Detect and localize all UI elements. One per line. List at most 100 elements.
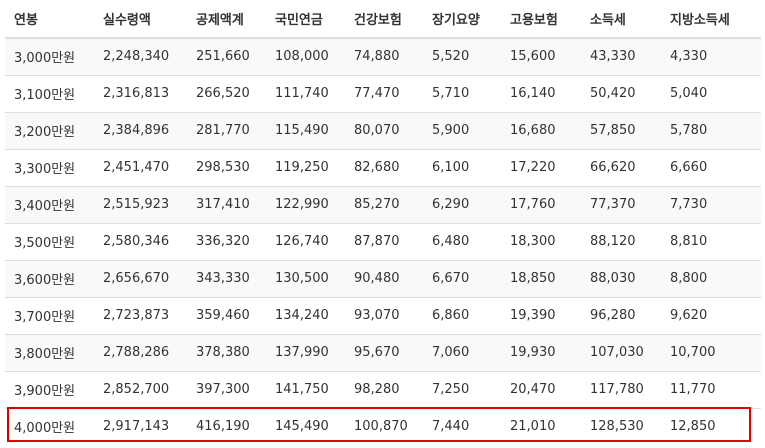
cell-local-income-tax: 5,780: [661, 111, 761, 149]
cell-long-term-care: 5,900: [423, 111, 501, 149]
table-row: 3,200만원 2,384,896 281,770 115,490 80,070 5,90…: [5, 111, 761, 149]
cell-national-pension: 126,740: [266, 222, 345, 260]
cell-net-pay: 2,723,873: [94, 296, 187, 334]
cell-income-tax: 107,030: [581, 333, 661, 371]
header-long-term-care: 장기요양: [423, 0, 501, 39]
cell-total-deductions: 378,380: [187, 333, 266, 371]
cell-long-term-care: 6,860: [423, 296, 501, 334]
cell-net-pay: 2,852,700: [94, 370, 187, 408]
cell-annual-salary: 3,500만원: [5, 222, 94, 260]
cell-annual-salary: 3,900만원: [5, 370, 94, 408]
cell-annual-salary: 3,400만원: [5, 185, 94, 223]
cell-net-pay: 2,451,470: [94, 148, 187, 186]
cell-health-insurance: 82,680: [345, 148, 423, 186]
cell-employment-insurance: 15,600: [501, 37, 581, 75]
table-row: 3,400만원 2,515,923 317,410 122,990 85,270 6,29…: [5, 185, 761, 223]
header-total-deductions: 공제액계: [187, 0, 266, 39]
cell-national-pension: 134,240: [266, 296, 345, 334]
cell-net-pay: 2,384,896: [94, 111, 187, 149]
cell-national-pension: 122,990: [266, 185, 345, 223]
cell-long-term-care: 6,290: [423, 185, 501, 223]
cell-health-insurance: 93,070: [345, 296, 423, 334]
cell-national-pension: 111,740: [266, 74, 345, 112]
cell-local-income-tax: 4,330: [661, 37, 761, 75]
cell-national-pension: 130,500: [266, 259, 345, 297]
cell-annual-salary: 4,000만원: [5, 407, 94, 445]
cell-national-pension: 115,490: [266, 111, 345, 149]
cell-net-pay: 2,316,813: [94, 74, 187, 112]
cell-income-tax: 88,030: [581, 259, 661, 297]
cell-long-term-care: 5,710: [423, 74, 501, 112]
cell-health-insurance: 95,670: [345, 333, 423, 371]
cell-local-income-tax: 12,850: [661, 407, 761, 445]
cell-annual-salary: 3,100만원: [5, 74, 94, 112]
cell-long-term-care: 7,060: [423, 333, 501, 371]
cell-net-pay: 2,917,143: [94, 407, 187, 445]
table-header: 연봉 실수령액 공제액계 국민연금 건강보험 장기요양 고용보험 소득세 지방소…: [5, 0, 761, 39]
cell-annual-salary: 3,600만원: [5, 259, 94, 297]
cell-total-deductions: 416,190: [187, 407, 266, 445]
cell-total-deductions: 336,320: [187, 222, 266, 260]
cell-net-pay: 2,515,923: [94, 185, 187, 223]
cell-local-income-tax: 9,620: [661, 296, 761, 334]
header-employment-insurance: 고용보험: [501, 0, 581, 39]
cell-total-deductions: 251,660: [187, 37, 266, 75]
cell-local-income-tax: 5,040: [661, 74, 761, 112]
cell-income-tax: 57,850: [581, 111, 661, 149]
cell-local-income-tax: 10,700: [661, 333, 761, 371]
cell-income-tax: 43,330: [581, 37, 661, 75]
cell-health-insurance: 77,470: [345, 74, 423, 112]
cell-income-tax: 77,370: [581, 185, 661, 223]
cell-health-insurance: 85,270: [345, 185, 423, 223]
cell-employment-insurance: 19,390: [501, 296, 581, 334]
table-row: 3,700만원 2,723,873 359,460 134,240 93,070 6,86…: [5, 296, 761, 334]
cell-net-pay: 2,248,340: [94, 37, 187, 75]
header-national-pension: 국민연금: [266, 0, 345, 39]
cell-income-tax: 96,280: [581, 296, 661, 334]
header-row: 연봉 실수령액 공제액계 국민연금 건강보험 장기요양 고용보험 소득세 지방소…: [5, 0, 761, 39]
cell-local-income-tax: 8,810: [661, 222, 761, 260]
cell-employment-insurance: 18,300: [501, 222, 581, 260]
cell-total-deductions: 343,330: [187, 259, 266, 297]
table-row: 4,000만원 2,917,143 416,190 145,490 100,870 7,4…: [5, 407, 761, 445]
cell-national-pension: 119,250: [266, 148, 345, 186]
cell-local-income-tax: 11,770: [661, 370, 761, 408]
cell-employment-insurance: 17,760: [501, 185, 581, 223]
table-row: 3,800만원 2,788,286 378,380 137,990 95,670 7,06…: [5, 333, 761, 371]
cell-employment-insurance: 20,470: [501, 370, 581, 408]
cell-annual-salary: 3,800만원: [5, 333, 94, 371]
table-row: 3,600만원 2,656,670 343,330 130,500 90,480 6,67…: [5, 259, 761, 297]
cell-long-term-care: 6,100: [423, 148, 501, 186]
cell-net-pay: 2,788,286: [94, 333, 187, 371]
cell-income-tax: 50,420: [581, 74, 661, 112]
cell-total-deductions: 317,410: [187, 185, 266, 223]
cell-annual-salary: 3,200만원: [5, 111, 94, 149]
cell-local-income-tax: 8,800: [661, 259, 761, 297]
cell-long-term-care: 6,480: [423, 222, 501, 260]
cell-total-deductions: 397,300: [187, 370, 266, 408]
cell-net-pay: 2,580,346: [94, 222, 187, 260]
header-net-pay: 실수령액: [94, 0, 187, 39]
cell-health-insurance: 90,480: [345, 259, 423, 297]
table-body: 3,000만원 2,248,340 251,660 108,000 74,880 5,52…: [5, 37, 761, 445]
header-health-insurance: 건강보험: [345, 0, 423, 39]
cell-employment-insurance: 16,140: [501, 74, 581, 112]
cell-long-term-care: 7,250: [423, 370, 501, 408]
cell-health-insurance: 98,280: [345, 370, 423, 408]
cell-health-insurance: 87,870: [345, 222, 423, 260]
cell-annual-salary: 3,000만원: [5, 37, 94, 75]
cell-annual-salary: 3,300만원: [5, 148, 94, 186]
header-annual-salary: 연봉: [5, 0, 94, 39]
cell-employment-insurance: 17,220: [501, 148, 581, 186]
cell-long-term-care: 6,670: [423, 259, 501, 297]
cell-health-insurance: 80,070: [345, 111, 423, 149]
cell-long-term-care: 7,440: [423, 407, 501, 445]
cell-health-insurance: 74,880: [345, 37, 423, 75]
cell-long-term-care: 5,520: [423, 37, 501, 75]
table-row: 3,500만원 2,580,346 336,320 126,740 87,870 6,48…: [5, 222, 761, 260]
header-local-income-tax: 지방소득세: [661, 0, 761, 39]
table-row: 3,000만원 2,248,340 251,660 108,000 74,880 5,52…: [5, 37, 761, 75]
cell-national-pension: 145,490: [266, 407, 345, 445]
cell-national-pension: 141,750: [266, 370, 345, 408]
cell-total-deductions: 359,460: [187, 296, 266, 334]
